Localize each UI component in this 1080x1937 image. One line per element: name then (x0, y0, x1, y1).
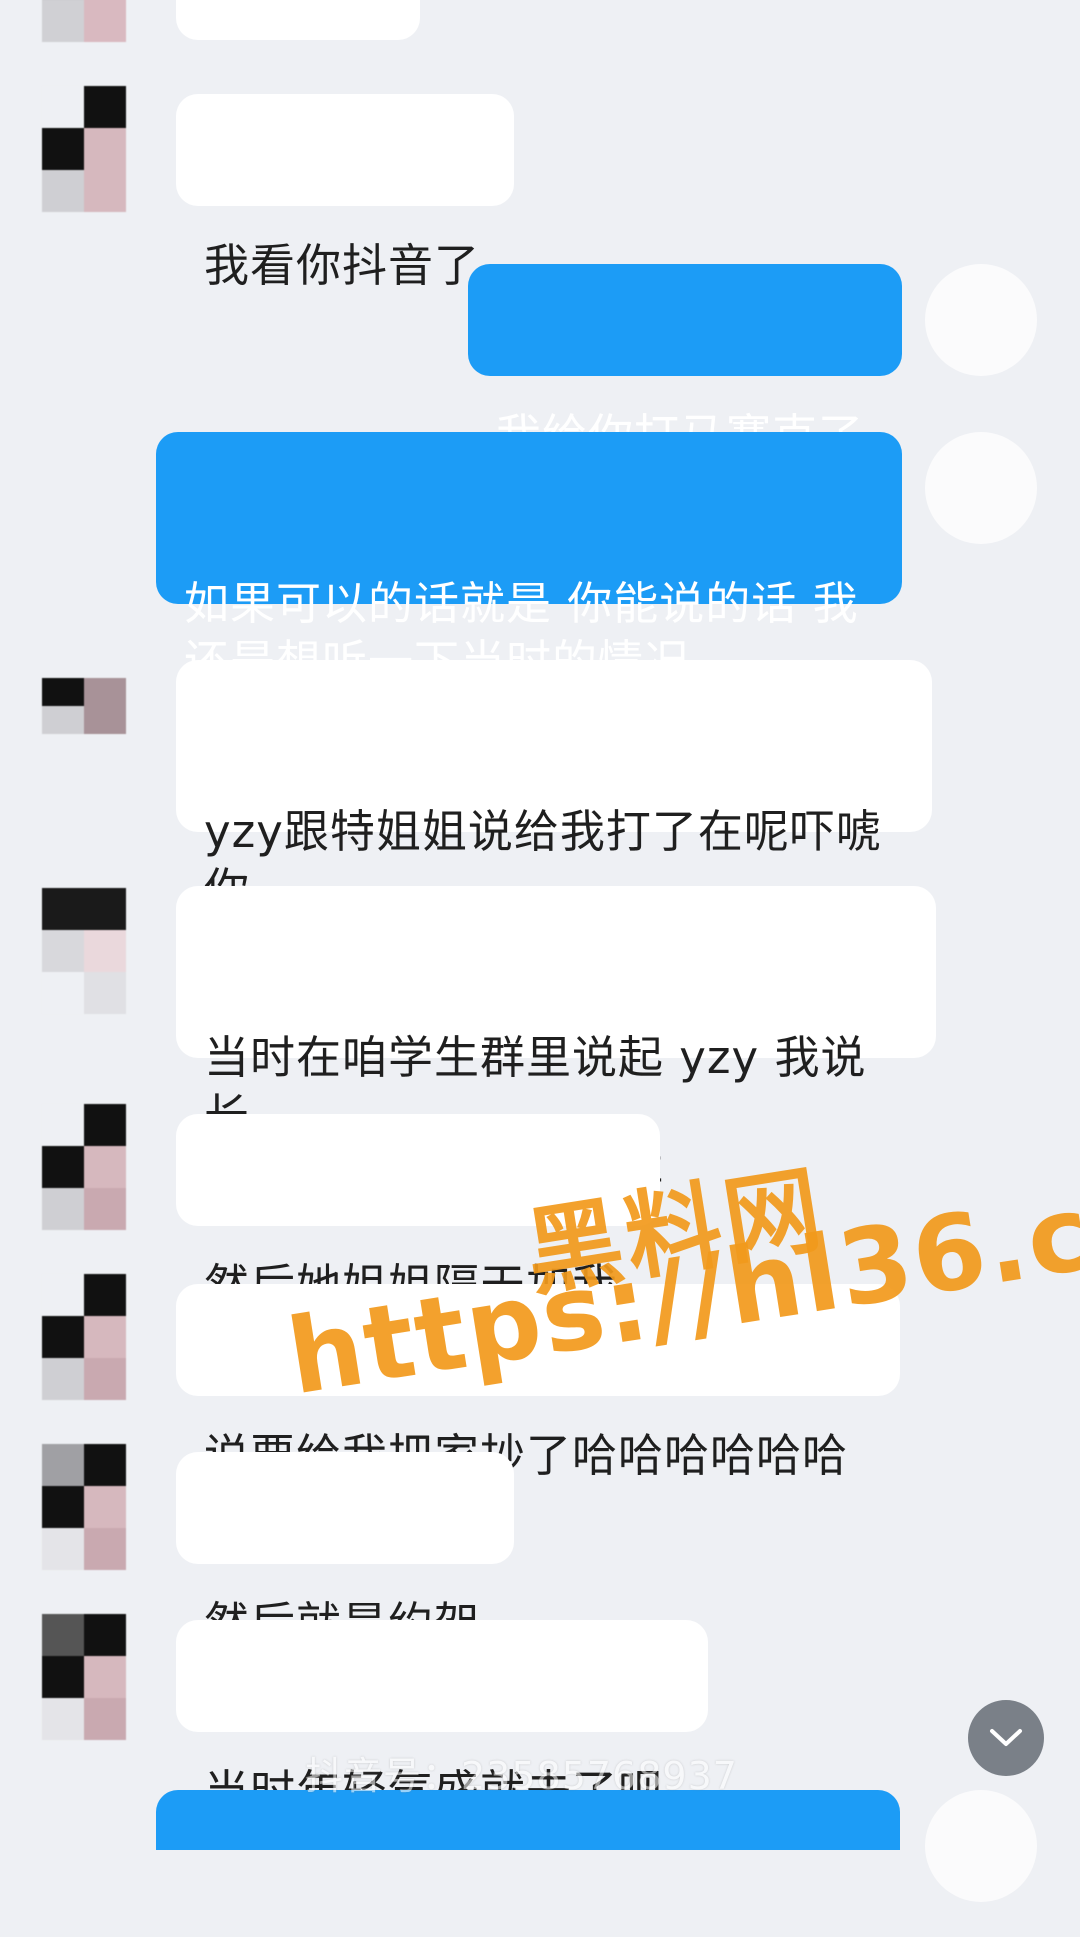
message-bubble[interactable]: yzy跟特姐姐说给我打了在呢吓唬 你 (176, 660, 932, 916)
avatar[interactable] (42, 0, 126, 42)
message-bubble-partial[interactable] (176, 0, 420, 40)
self-avatar[interactable] (925, 1790, 1037, 1902)
avatar[interactable] (42, 86, 126, 212)
message-bubble[interactable]: 然后就是约架 (176, 1452, 514, 1650)
avatar[interactable] (42, 1614, 126, 1740)
avatar[interactable] (42, 888, 126, 1014)
message-bubble[interactable]: 当时年轻气盛就去了呗 (176, 1620, 708, 1818)
message-text: 我看你抖音了 (204, 239, 481, 292)
avatar[interactable] (42, 1274, 126, 1400)
tiktok-id-watermark: 抖音号：23585768937 (305, 1754, 738, 1798)
message-bubble[interactable]: 如果可以的话就是 你能说的话 我 还是想听一下当时的情况 (156, 432, 902, 688)
chevron-down-icon (990, 1729, 1022, 1746)
avatar[interactable] (42, 1444, 126, 1570)
message-bubble[interactable]: 我给你打马赛克了 (468, 264, 902, 462)
self-avatar[interactable] (925, 264, 1037, 376)
message-bubble[interactable]: 当时在咱学生群里说起 yzy 我说长 得是挺好看的就是嘴碎 (176, 886, 936, 1200)
self-avatar[interactable] (925, 432, 1037, 544)
avatar[interactable] (42, 678, 126, 762)
scroll-down-button[interactable] (968, 1700, 1044, 1776)
chat-view: 我看你抖音了 我给你打马赛克了 如果可以的话就是 你能说的话 我 还是想听一下当… (0, 0, 1080, 1902)
message-bubble[interactable]: 我看你抖音了 (176, 94, 514, 292)
avatar[interactable] (42, 1104, 126, 1230)
